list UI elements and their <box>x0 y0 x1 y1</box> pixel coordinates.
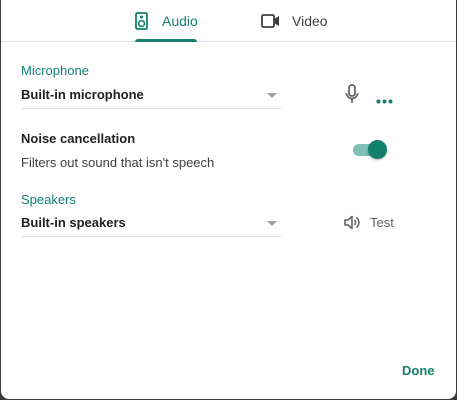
noise-cancellation-title: Noise cancellation <box>21 131 136 146</box>
tab-audio[interactable]: Audio <box>135 0 198 42</box>
video-camera-icon <box>261 13 280 28</box>
test-label: Test <box>370 214 394 230</box>
done-button[interactable]: Done <box>402 363 435 378</box>
speakers-section-label: Speakers <box>21 192 76 207</box>
microphone-icon[interactable] <box>345 84 359 109</box>
settings-dialog: Audio Video Microphone Built-in micropho… <box>1 0 456 399</box>
microphone-select[interactable]: Built-in microphone <box>21 82 281 109</box>
toggle-thumb <box>368 140 387 159</box>
speakers-selected-value: Built-in speakers <box>21 215 126 230</box>
noise-cancellation-toggle[interactable] <box>353 140 387 160</box>
speakers-select[interactable]: Built-in speakers <box>21 210 281 237</box>
speaker-icon <box>135 11 148 30</box>
noise-cancellation-description: Filters out sound that isn't speech <box>21 155 215 170</box>
more-horizontal-icon[interactable] <box>376 91 393 109</box>
test-speakers-button[interactable]: Test <box>344 212 394 232</box>
tab-video-label: Video <box>292 12 328 29</box>
tab-video[interactable]: Video <box>261 0 331 41</box>
speaker-volume-icon <box>344 215 361 230</box>
tab-bar: Audio Video <box>1 0 456 42</box>
microphone-selected-value: Built-in microphone <box>21 87 144 102</box>
chevron-down-icon <box>267 221 277 226</box>
selected-tab-indicator <box>135 39 197 42</box>
microphone-section-label: Microphone <box>21 63 89 78</box>
chevron-down-icon <box>267 93 277 98</box>
tab-audio-label: Audio <box>162 12 198 29</box>
